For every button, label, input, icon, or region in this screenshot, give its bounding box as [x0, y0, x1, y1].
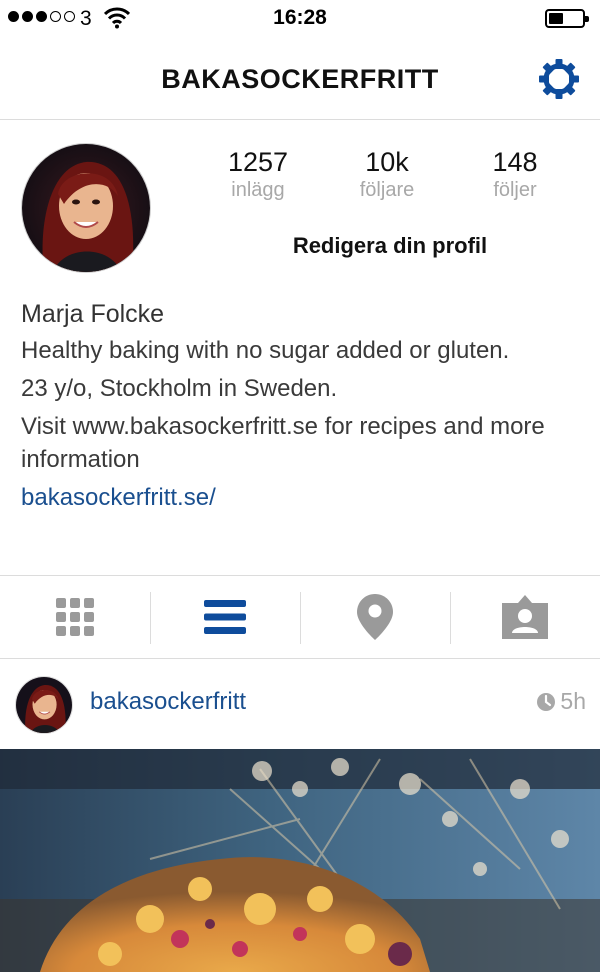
posts-count: 1257 [227, 147, 289, 177]
following-label: följer [493, 179, 537, 201]
post-image[interactable] [0, 749, 600, 972]
battery-icon [545, 9, 589, 28]
tab-map[interactable] [300, 576, 450, 658]
followers-count: 10k [365, 147, 409, 177]
bio-line: Healthy baking with no sugar added or gl… [21, 337, 510, 364]
status-bar: 3 16:28 [0, 0, 600, 36]
location-pin-icon [357, 594, 393, 640]
post-header: bakasockerfritt 5h [0, 660, 600, 749]
page-title: BAKASOCKERFRITT [161, 64, 439, 94]
profile-photo [22, 144, 150, 272]
profile-bio: Marja Folcke Healthy baking with no suga… [21, 298, 581, 514]
tab-list[interactable] [150, 576, 300, 658]
edit-profile-button[interactable]: Redigera din profil [250, 233, 530, 259]
app-header: BAKASOCKERFRITT [0, 36, 600, 120]
stat-posts[interactable]: 1257 inlägg [203, 146, 313, 202]
gear-icon[interactable] [537, 57, 581, 101]
stat-following[interactable]: 148 följer [460, 146, 570, 202]
profile-view-tabs [0, 575, 600, 659]
post-timestamp: 5h [536, 688, 586, 715]
following-count: 148 [492, 147, 538, 177]
bio-line: Visit www.bakasockerfritt.se for recipes… [21, 413, 545, 473]
tab-tagged[interactable] [450, 576, 600, 658]
post-time-label: 5h [560, 688, 586, 714]
tagged-person-icon [502, 595, 548, 639]
posts-label: inlägg [231, 179, 285, 201]
grid-icon [56, 598, 94, 636]
profile-photo [16, 677, 72, 733]
profile-name: Marja Folcke [21, 300, 165, 328]
stat-followers[interactable]: 10k följare [332, 146, 442, 202]
followers-label: följare [359, 179, 415, 201]
tab-grid[interactable] [0, 576, 150, 658]
post-username[interactable]: bakasockerfritt [90, 688, 246, 716]
baked-goods-photo [0, 749, 600, 972]
list-icon [204, 600, 246, 634]
post-avatar[interactable] [15, 676, 73, 734]
bio-line: 23 y/o, Stockholm in Sweden. [21, 375, 338, 402]
profile-avatar[interactable] [21, 143, 151, 273]
clock: 16:28 [273, 6, 327, 29]
clock-icon [537, 692, 556, 711]
website-link[interactable]: bakasockerfritt.se/ [21, 481, 216, 514]
